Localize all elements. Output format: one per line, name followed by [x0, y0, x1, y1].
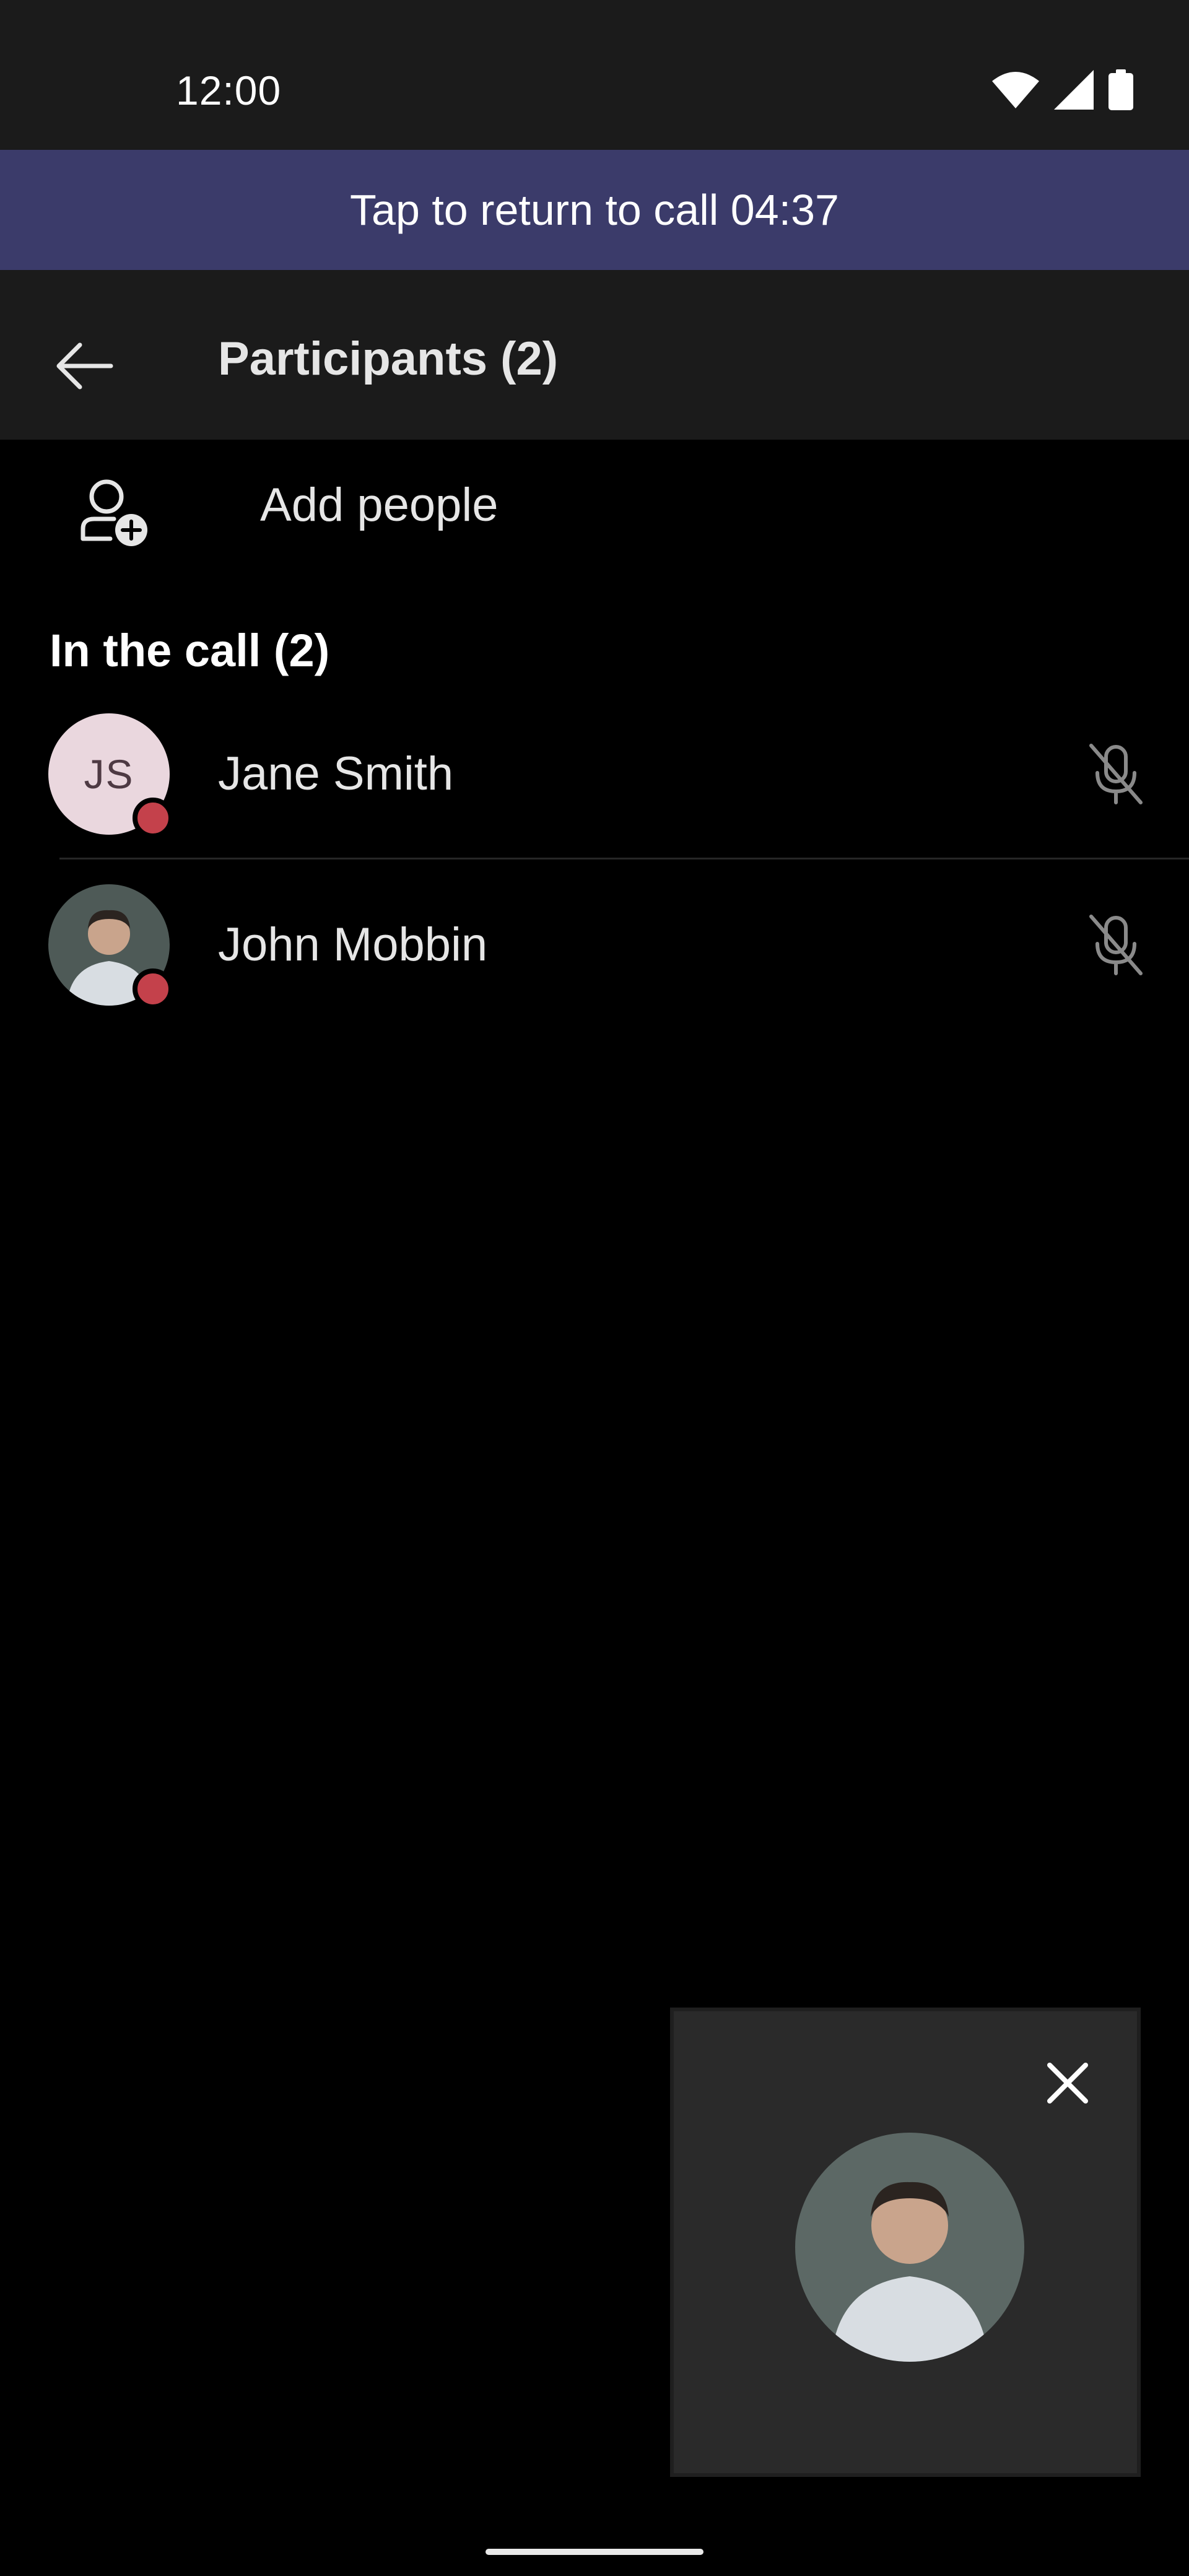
wifi-icon	[992, 72, 1039, 108]
return-to-call-banner[interactable]: Tap to return to call 04:37	[0, 150, 1189, 270]
battery-icon	[1108, 69, 1133, 110]
status-time: 12:00	[176, 67, 282, 113]
presence-badge	[133, 968, 173, 1009]
app-bar: Participants (2)	[0, 270, 1189, 440]
cellular-signal-icon	[1054, 70, 1094, 110]
add-people-button[interactable]: Add people	[0, 440, 1189, 576]
mic-off-icon	[1089, 915, 1143, 975]
back-button[interactable]	[43, 326, 124, 406]
pip-avatar-photo	[795, 2133, 1024, 2362]
avatar-initials: JS	[84, 751, 134, 797]
home-indicator[interactable]	[486, 2549, 703, 2555]
participant-name: John Mobbin	[218, 918, 488, 971]
pip-close-button[interactable]	[1037, 2052, 1099, 2114]
close-icon	[1047, 2063, 1088, 2104]
arrow-left-icon	[56, 342, 113, 389]
return-to-call-text: Tap to return to call 04:37	[350, 186, 839, 234]
in-the-call-heading: In the call (2)	[50, 625, 330, 676]
divider	[59, 858, 1189, 859]
mic-off-icon	[1089, 744, 1143, 804]
participant-name: Jane Smith	[218, 747, 454, 800]
page-title: Participants (2)	[218, 333, 559, 385]
status-bar: 12:00	[0, 0, 1189, 150]
add-people-label: Add people	[260, 479, 499, 531]
participant-row[interactable]: John Mobbin	[0, 863, 1189, 1030]
participant-row[interactable]: JS Jane Smith	[0, 692, 1189, 859]
person-add-icon	[81, 479, 147, 546]
call-pip-window[interactable]	[670, 2008, 1141, 2477]
presence-badge	[133, 798, 173, 838]
pip-avatar	[795, 2133, 1024, 2362]
status-icons	[992, 69, 1133, 110]
